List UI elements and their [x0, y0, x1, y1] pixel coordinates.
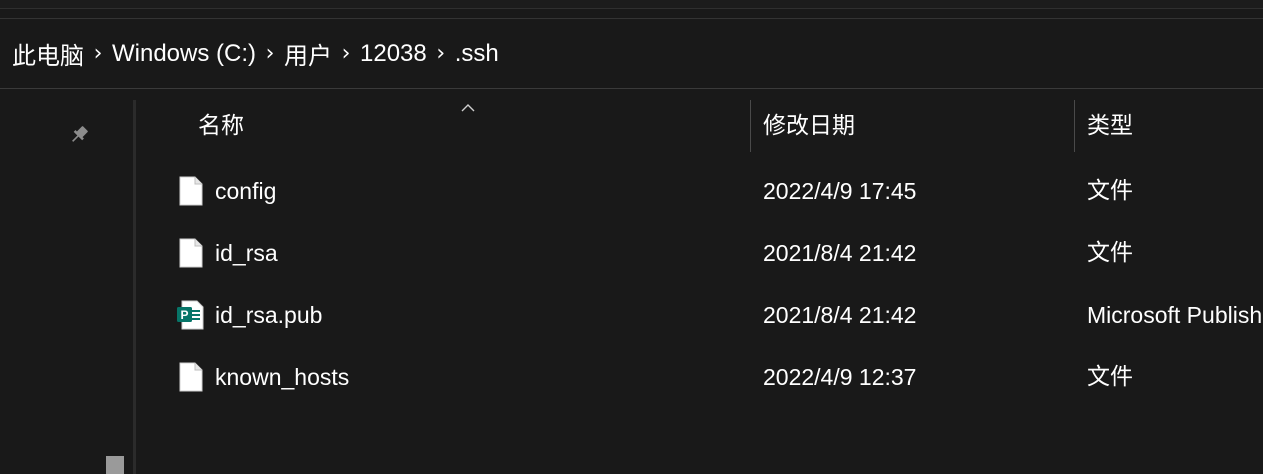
column-divider[interactable]	[1074, 100, 1075, 152]
address-bar-breadcrumb[interactable]: 此电脑 › Windows (C:) › 用户 › 12038 › .ssh	[0, 19, 1263, 89]
navigation-pane	[0, 90, 134, 474]
column-header-row: 名称 修改日期 类型	[136, 100, 1263, 152]
file-name: config	[215, 178, 277, 204]
publisher-file-icon: P	[177, 300, 204, 330]
file-list: 名称 修改日期 类型 config 2022/4/9 17:45 文件 id_r…	[136, 90, 1263, 474]
file-name: id_rsa	[215, 240, 278, 266]
pin-icon[interactable]	[68, 124, 90, 146]
file-row-id-rsa[interactable]: id_rsa 2021/8/4 21:42 文件	[136, 222, 1263, 284]
toolbar-strip	[0, 0, 1263, 9]
file-row-config[interactable]: config 2022/4/9 17:45 文件	[136, 160, 1263, 222]
chevron-right-icon[interactable]: ›	[332, 41, 360, 66]
file-date: 2021/8/4 21:42	[763, 240, 917, 266]
column-header-type[interactable]: 类型	[1087, 100, 1133, 152]
breadcrumb-user-folder[interactable]: 12038	[360, 40, 427, 68]
breadcrumb-users[interactable]: 用户	[284, 36, 332, 71]
svg-text:P: P	[180, 308, 188, 322]
column-header-name[interactable]: 名称	[198, 100, 244, 152]
breadcrumb-ssh-folder[interactable]: .ssh	[455, 40, 499, 68]
chevron-right-icon[interactable]: ›	[256, 41, 284, 66]
file-date: 2021/8/4 21:42	[763, 302, 917, 328]
chevron-right-icon[interactable]: ›	[84, 41, 112, 66]
file-name: id_rsa.pub	[215, 302, 323, 328]
column-divider[interactable]	[750, 100, 751, 152]
column-header-date[interactable]: 修改日期	[763, 100, 855, 152]
file-name: known_hosts	[215, 364, 350, 390]
blank-file-icon	[179, 362, 203, 392]
file-row-id-rsa-pub[interactable]: P id_rsa.pub 2021/8/4 21:42 Microsoft Pu…	[136, 284, 1263, 346]
file-row-known-hosts[interactable]: known_hosts 2022/4/9 12:37 文件	[136, 346, 1263, 408]
file-type: 文件	[1087, 364, 1133, 390]
chevron-right-icon[interactable]: ›	[427, 41, 455, 66]
file-type: Microsoft Publisher	[1087, 302, 1263, 328]
file-type: 文件	[1087, 240, 1133, 266]
nav-scrollbar-thumb[interactable]	[106, 456, 124, 474]
breadcrumb-windows-c[interactable]: Windows (C:)	[112, 40, 256, 68]
file-date: 2022/4/9 12:37	[763, 364, 917, 390]
file-date: 2022/4/9 17:45	[763, 178, 917, 204]
blank-file-icon	[179, 238, 203, 268]
breadcrumb-this-pc[interactable]: 此电脑	[12, 36, 84, 71]
sort-ascending-icon	[461, 104, 475, 112]
file-type: 文件	[1087, 178, 1133, 204]
blank-file-icon	[179, 176, 203, 206]
file-explorer-window: 此电脑 › Windows (C:) › 用户 › 12038 › .ssh 名…	[0, 0, 1263, 474]
